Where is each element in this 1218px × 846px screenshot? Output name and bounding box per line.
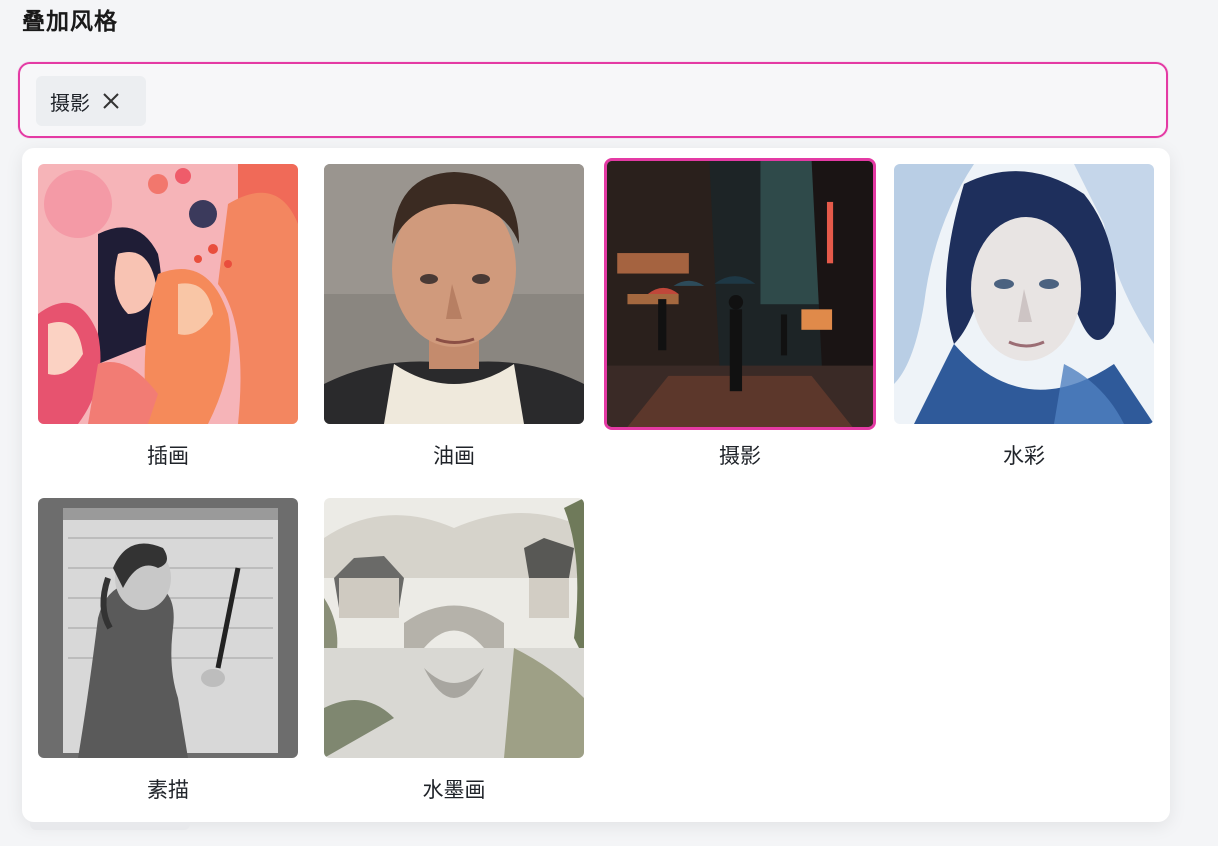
style-option-label: 素描 — [147, 778, 189, 802]
style-picker-page: 叠加风格 摄影 插画 油画 摄影 水彩 素描 水墨画 — [0, 0, 1218, 846]
tag-label: 摄影 — [50, 90, 90, 115]
illustration-thumbnail — [38, 164, 298, 424]
style-tag-input[interactable]: 摄影 — [18, 62, 1168, 138]
selected-tag-chip[interactable]: 摄影 — [36, 76, 146, 126]
photography-thumbnail — [604, 158, 876, 430]
style-option-label: 水彩 — [1003, 444, 1045, 468]
style-option-label: 油画 — [433, 444, 475, 468]
style-option-label: 插画 — [147, 444, 189, 468]
sketch-thumbnail — [38, 498, 298, 758]
style-options-panel: 插画 油画 摄影 水彩 素描 水墨画 — [22, 148, 1170, 822]
section-title: 叠加风格 — [22, 9, 118, 35]
style-option-label: 摄影 — [719, 444, 761, 468]
oil-painting-thumbnail — [324, 164, 584, 424]
panel-shadow — [30, 822, 190, 830]
style-option-label: 水墨画 — [422, 778, 486, 802]
watercolor-thumbnail — [894, 164, 1154, 424]
ink-wash-thumbnail — [324, 498, 584, 758]
close-icon[interactable] — [102, 92, 120, 110]
